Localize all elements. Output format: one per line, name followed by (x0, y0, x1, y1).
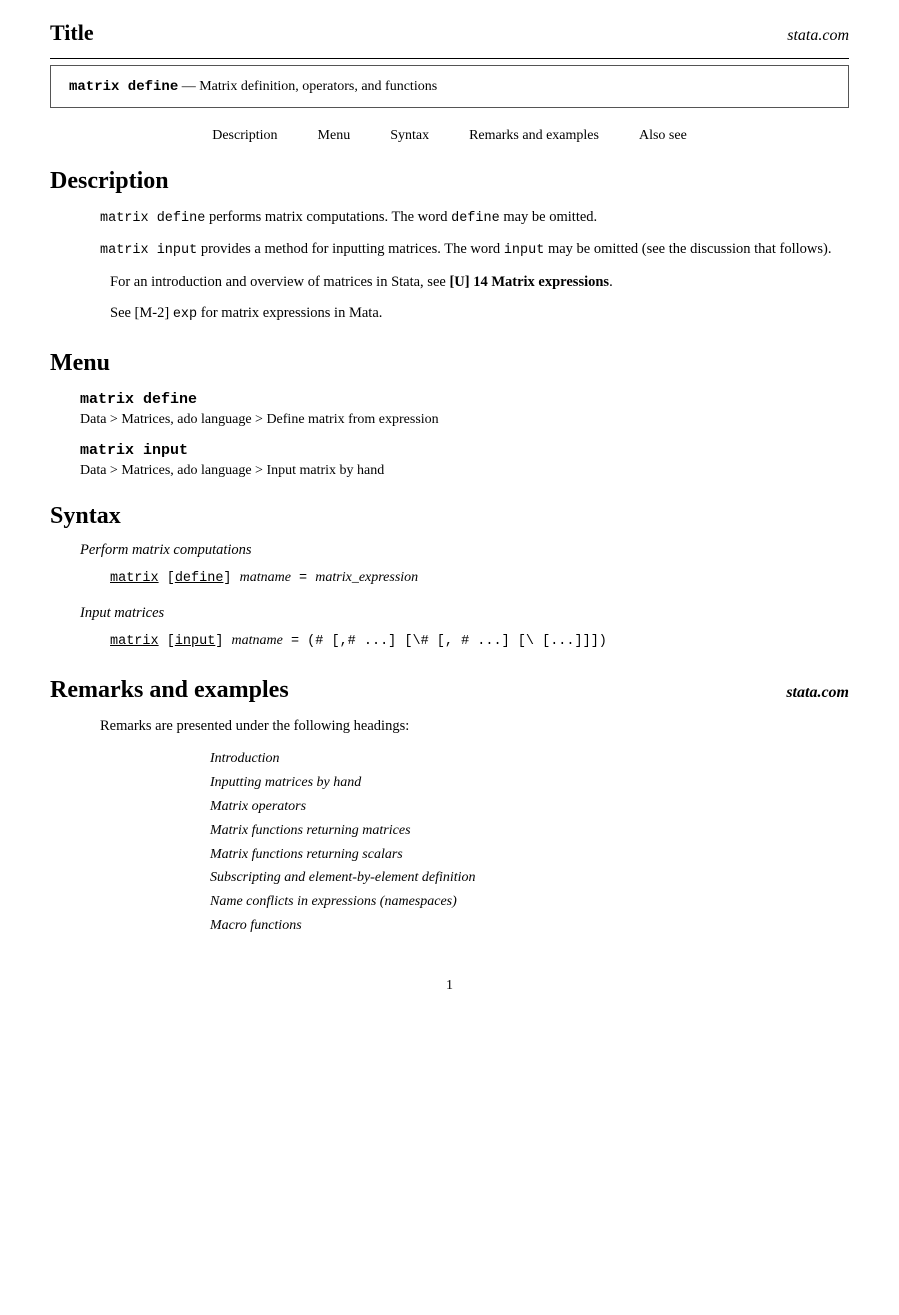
nav-menu[interactable]: Menu (318, 128, 351, 144)
remarks-section: Remarks and examples stata.com Remarks a… (50, 677, 849, 938)
syntax-label-2: Input matrices (80, 605, 849, 622)
title-box-command: matrix define — Matrix definition, opera… (69, 79, 437, 95)
remarks-brand: stata.com (786, 684, 849, 702)
syntax-label-1: Perform matrix computations (80, 542, 849, 559)
page-title: Title (50, 20, 94, 46)
list-item: Inputting matrices by hand (210, 771, 849, 795)
syntax-matrix-1: matrix (110, 571, 159, 586)
menu-heading: Menu (50, 350, 849, 377)
description-heading: Description (50, 168, 849, 195)
syntax-matname-2: matname (232, 633, 283, 648)
title-description: Matrix definition, operators, and functi… (199, 79, 437, 94)
desc-code-1: matrix define (100, 211, 205, 226)
page-header: Title stata.com (50, 20, 849, 46)
nav-links: Description Menu Syntax Remarks and exam… (50, 128, 849, 144)
list-item: Introduction (210, 747, 849, 771)
syntax-heading: Syntax (50, 503, 849, 530)
syntax-define: define (175, 571, 224, 586)
header-brand: stata.com (787, 27, 849, 45)
list-item: Macro functions (210, 914, 849, 938)
list-item: Subscripting and element-by-element defi… (210, 866, 849, 890)
syntax-section: Syntax Perform matrix computations matri… (50, 503, 849, 653)
desc-code-3: matrix input (100, 243, 197, 258)
remarks-heading: Remarks and examples stata.com (50, 677, 849, 704)
title-box: matrix define — Matrix definition, opera… (50, 65, 849, 108)
desc-para-2: matrix input provides a method for input… (100, 239, 849, 261)
desc-para-3: For an introduction and overview of matr… (110, 272, 849, 294)
menu-section: Menu matrix define Data > Matrices, ado … (50, 350, 849, 479)
remarks-heading-text: Remarks and examples (50, 677, 289, 704)
syntax-matname-1: matname (240, 570, 291, 585)
remarks-intro: Remarks are presented under the followin… (100, 716, 849, 738)
list-item: Matrix operators (210, 795, 849, 819)
header-divider (50, 58, 849, 59)
nav-syntax[interactable]: Syntax (390, 128, 429, 144)
syntax-matrix-expr: matrix_expression (315, 570, 418, 585)
list-item: Matrix functions returning scalars (210, 843, 849, 867)
syntax-input: input (175, 634, 216, 649)
syntax-line-2: matrix [input] matname = (# [,# ...] [\#… (110, 630, 849, 653)
nav-description[interactable]: Description (212, 128, 277, 144)
desc-code-2: define (451, 211, 500, 226)
desc-code-exp: exp (173, 307, 197, 322)
menu-path-1: Data > Matrices, ado language > Define m… (80, 412, 849, 428)
remarks-list: Introduction Inputting matrices by hand … (210, 747, 849, 937)
menu-subheading-2: matrix input (80, 442, 849, 459)
page-number: 1 (50, 978, 849, 994)
syntax-line-1: matrix [define] matname = matrix_express… (110, 567, 849, 590)
nav-also-see[interactable]: Also see (639, 128, 687, 144)
nav-remarks[interactable]: Remarks and examples (469, 128, 599, 144)
menu-path-2: Data > Matrices, ado language > Input ma… (80, 463, 849, 479)
title-separator: — (178, 79, 199, 94)
list-item: Matrix functions returning matrices (210, 819, 849, 843)
desc-para-4: See [M-2] exp for matrix expressions in … (110, 303, 849, 325)
desc-code-4: input (504, 243, 545, 258)
description-section: Description matrix define performs matri… (50, 168, 849, 326)
menu-subheading-1: matrix define (80, 391, 849, 408)
syntax-matrix-2: matrix (110, 634, 159, 649)
desc-para-1: matrix define performs matrix computatio… (100, 207, 849, 229)
xref-u14: [U] 14 Matrix expressions (449, 274, 609, 290)
title-command-mono: matrix define (69, 79, 178, 95)
list-item: Name conflicts in expressions (namespace… (210, 890, 849, 914)
